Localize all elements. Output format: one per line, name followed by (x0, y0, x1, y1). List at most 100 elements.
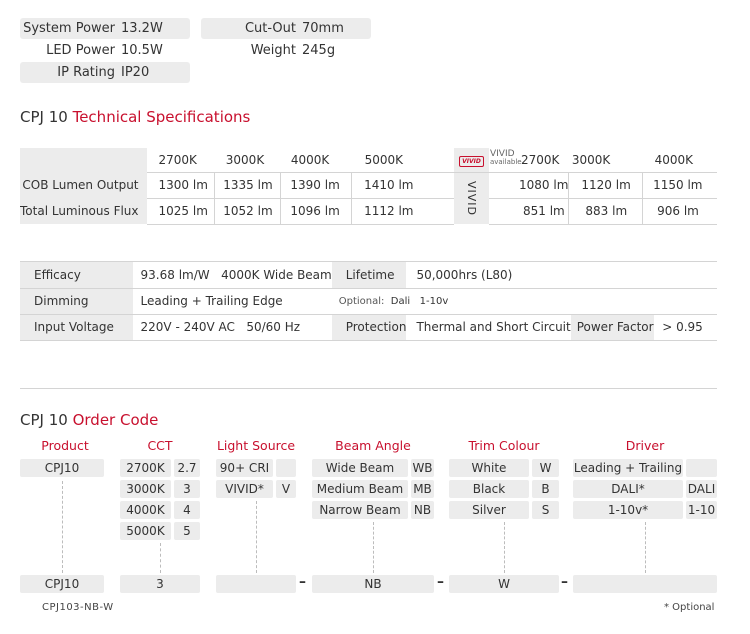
cct-header: 3000K (214, 148, 281, 173)
lifetime-label: Lifetime (331, 262, 407, 289)
dimming-optional-label: Optional: (338, 295, 385, 307)
vivid-vertical-cell: VIVID (453, 172, 489, 224)
example-full-code: CPJ103-NB-W (42, 602, 114, 613)
trim-colour-column-title: Trim Colour (468, 438, 540, 453)
lumen-row-label: COB Lumen Output (20, 172, 147, 198)
cut-out-value: 70mm (302, 21, 344, 36)
driver-option[interactable]: DALI* (573, 480, 683, 498)
light-source-option[interactable]: 90+ CRI (216, 459, 273, 477)
dimming-optional-values: Dali 1-10v (390, 295, 449, 307)
cct-header: 4000K (280, 148, 352, 173)
vivid-header-cell: VIVID available 2700K (489, 148, 569, 173)
vivid-lumen-cell: 906 lm (642, 198, 717, 225)
lifetime-value: 50,000hrs (L80) (406, 262, 717, 289)
weight-value: 245g (302, 43, 336, 58)
trim-colour-code: S (532, 501, 559, 519)
example-beam-angle: NB (312, 575, 434, 593)
system-power-spec: System Power 13.2W (20, 18, 190, 39)
example-product: CPJ10 (20, 575, 104, 593)
efficacy-value-cell: 93.68 lm/W 4000K Wide Beam (132, 262, 332, 289)
beam-angle-connector (373, 522, 374, 573)
vivid-available: available (490, 158, 522, 166)
tech-heading-model: CPJ 10 (20, 108, 68, 126)
driver-code (686, 459, 717, 477)
vivid-cct-header: 4000K (642, 148, 717, 173)
tech-specs-heading: CPJ 10 Technical Specifications (20, 108, 250, 126)
lumen-cell: 1335 lm (214, 172, 281, 199)
cct-column-title: CCT (147, 438, 173, 453)
trim-colour-option[interactable]: Silver (449, 501, 529, 519)
tech-heading-title: Technical Specifications (72, 108, 251, 126)
driver-option[interactable]: Leading + Trailing (573, 459, 683, 477)
product-option[interactable]: CPJ10 (20, 459, 104, 477)
product-connector (62, 481, 63, 573)
trim-colour-code: W (532, 459, 559, 477)
lumen-cell: 1300 lm (146, 172, 215, 199)
cct-connector (160, 543, 161, 573)
light-source-code: V (276, 480, 296, 498)
driver-connector (645, 522, 646, 573)
cut-out-label: Cut-Out (244, 21, 296, 36)
cct-code: 4 (174, 501, 200, 519)
lumen-cell: 1390 lm (280, 172, 352, 199)
order-code-heading: CPJ 10 Order Code (20, 411, 158, 429)
dimming-label: Dimming (20, 288, 133, 315)
optional-footnote: * Optional (664, 602, 715, 613)
product-column-title: Product (41, 438, 89, 453)
lumen-row-label: Total Luminous Flux (20, 198, 147, 224)
power-factor-label: Power Factor (570, 314, 655, 341)
light-source-code (276, 459, 296, 477)
lumen-output-table: 2700K 3000K 4000K 5000K VIVID VIVID avai… (20, 148, 717, 225)
input-voltage-label: Input Voltage (20, 314, 133, 341)
beam-angle-option[interactable]: Medium Beam (312, 480, 408, 498)
light-source-connector (256, 501, 257, 573)
cct-code: 3 (174, 480, 200, 498)
beam-angle-option[interactable]: Narrow Beam (312, 501, 408, 519)
vivid-lumen-cell: 851 lm (489, 198, 569, 225)
trim-colour-option[interactable]: Black (449, 480, 529, 498)
ip-rating-label: IP Rating (57, 65, 115, 80)
power-factor-value: > 0.95 (654, 314, 717, 341)
vivid-vertical-label: VIVID (464, 181, 478, 217)
vivid-lumen-cell: 883 lm (568, 198, 643, 225)
beam-angle-code: MB (411, 480, 434, 498)
vivid-logo: VIVID (459, 156, 484, 168)
trim-colour-connector (504, 522, 505, 573)
vivid-cct-header: 3000K (568, 148, 643, 173)
dimming-optional-cell: Optional: Dali 1-10v (331, 288, 717, 315)
example-cct: 3 (120, 575, 200, 593)
led-power-spec: LED Power 10.5W (20, 40, 190, 61)
protection-value: Thermal and Short Circuit (406, 314, 571, 341)
code-separator: – (437, 574, 444, 590)
cct-option[interactable]: 4000K (120, 501, 171, 519)
cct-option[interactable]: 3000K (120, 480, 171, 498)
lumen-corner-cell (20, 148, 147, 172)
cct-code: 5 (174, 522, 200, 540)
cct-option[interactable]: 5000K (120, 522, 171, 540)
example-light-source (216, 575, 296, 593)
cct-code: 2.7 (174, 459, 200, 477)
vivid-lumen-cell: 1120 lm (568, 172, 643, 199)
trim-colour-option[interactable]: White (449, 459, 529, 477)
driver-option[interactable]: 1-10v* (573, 501, 683, 519)
cct-option[interactable]: 2700K (120, 459, 171, 477)
protection-label: Protection (331, 314, 407, 341)
efficacy-label: Efficacy (20, 262, 133, 289)
example-trim-colour: W (449, 575, 559, 593)
electrical-spec-table: Efficacy 93.68 lm/W 4000K Wide Beam Life… (20, 262, 717, 341)
weight-spec: Weight 245g (201, 40, 371, 61)
light-source-option[interactable]: VIVID* (216, 480, 273, 498)
led-power-label: LED Power (46, 43, 115, 58)
beam-angle-code: WB (411, 459, 434, 477)
beam-angle-option[interactable]: Wide Beam (312, 459, 408, 477)
cct-header: 5000K (351, 148, 454, 173)
led-power-value: 10.5W (121, 43, 163, 58)
input-voltage-value: 220V - 240V AC 50/60 Hz (132, 314, 332, 341)
system-power-value: 13.2W (121, 21, 163, 36)
trim-colour-code: B (532, 480, 559, 498)
system-power-label: System Power (23, 21, 115, 36)
vivid-lumen-cell: 1080 lm (489, 172, 569, 199)
beam-angle-column-title: Beam Angle (335, 438, 411, 453)
beam-angle-code: NB (411, 501, 434, 519)
ip-rating-value: IP20 (121, 65, 150, 80)
